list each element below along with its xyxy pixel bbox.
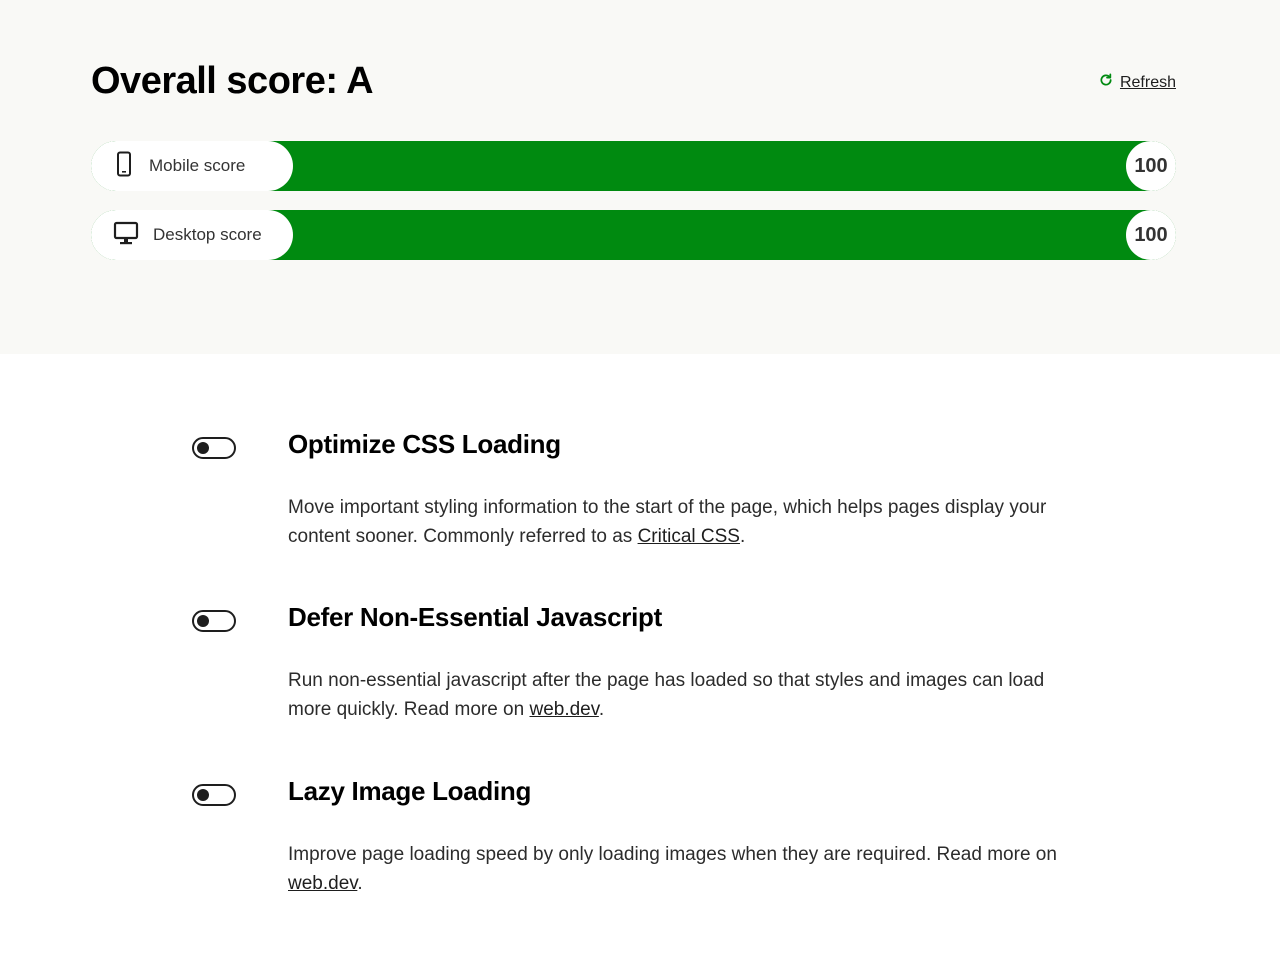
defer-js-toggle[interactable] <box>192 610 236 632</box>
feature-title: Defer Non-Essential Javascript <box>288 602 662 632</box>
desktop-monitor-icon <box>113 220 139 251</box>
feature-title: Optimize CSS Loading <box>288 429 561 459</box>
page-title: Overall score: A <box>91 60 374 102</box>
feature-description: Move important styling information to th… <box>288 497 1047 547</box>
mobile-phone-icon <box>113 151 135 182</box>
feature-description: Improve page loading speed by only loadi… <box>288 844 1057 894</box>
score-panel: Overall score: A Refresh Mobile score 10… <box>0 0 1280 354</box>
toggle-knob <box>197 789 209 801</box>
critical-css-link[interactable]: Critical CSS <box>638 526 740 547</box>
web-dev-link[interactable]: web.dev <box>529 699 598 720</box>
optimize-css-toggle[interactable] <box>192 437 236 459</box>
desktop-score-value: 100 <box>1126 210 1176 260</box>
desktop-score-label: Desktop score <box>91 210 293 260</box>
toggle-knob <box>197 442 209 454</box>
mobile-score-bar: Mobile score 100 <box>91 141 1176 191</box>
mobile-score-label: Mobile score <box>91 141 293 191</box>
mobile-score-value: 100 <box>1126 141 1176 191</box>
desktop-score-bar: Desktop score 100 <box>91 210 1176 260</box>
refresh-icon <box>1098 72 1114 93</box>
feature-title: Lazy Image Loading <box>288 776 532 806</box>
feature-description: Run non-essential javascript after the p… <box>288 670 1045 720</box>
toggle-knob <box>197 615 209 627</box>
lazy-images-toggle[interactable] <box>192 784 236 806</box>
refresh-link[interactable]: Refresh <box>1098 72 1176 93</box>
web-dev-link[interactable]: web.dev <box>288 873 357 894</box>
refresh-label: Refresh <box>1119 73 1176 91</box>
